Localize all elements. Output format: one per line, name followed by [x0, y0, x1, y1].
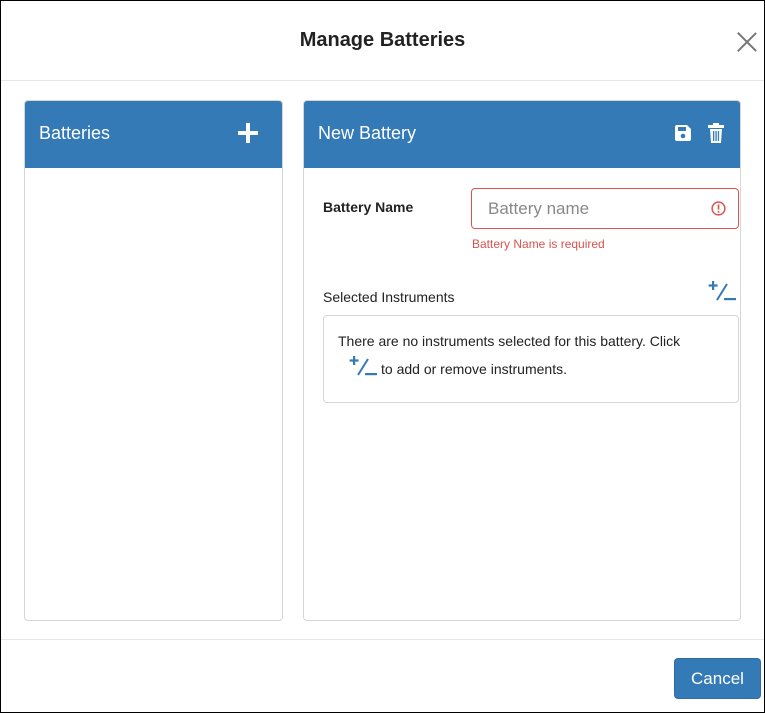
battery-editor-panel: New Battery Battery Name Battery name Ba… — [303, 100, 741, 621]
battery-name-label: Battery Name — [323, 199, 414, 215]
battery-name-error: Battery Name is required — [472, 237, 605, 251]
trash-icon[interactable] — [708, 123, 724, 143]
instruments-empty-message-continued: to add or remove instruments. — [381, 361, 567, 377]
selected-instruments-label: Selected Instruments — [323, 289, 455, 305]
dialog-footer-divider — [1, 639, 764, 640]
manage-batteries-dialog: Manage Batteries Batteries New Battery B… — [0, 0, 765, 713]
batteries-panel-header: Batteries — [25, 101, 282, 168]
close-icon[interactable] — [736, 31, 758, 53]
batteries-panel: Batteries — [24, 100, 283, 621]
battery-editor-header: New Battery — [304, 101, 740, 168]
cancel-button[interactable]: Cancel — [674, 658, 761, 699]
battery-name-input[interactable] — [486, 189, 700, 229]
error-icon — [711, 201, 726, 216]
plus-minus-icon[interactable] — [706, 279, 738, 305]
add-battery-icon[interactable] — [238, 123, 258, 143]
save-icon[interactable] — [674, 124, 692, 142]
batteries-panel-title: Batteries — [39, 123, 111, 143]
dialog-header: Manage Batteries — [1, 1, 764, 81]
battery-editor-title: New Battery — [318, 123, 417, 143]
dialog-title: Manage Batteries — [299, 29, 466, 51]
instruments-empty-message: There are no instruments selected for th… — [338, 333, 681, 349]
battery-name-field-wrapper — [471, 188, 739, 229]
plus-minus-icon[interactable] — [347, 354, 379, 380]
selected-instruments-box: There are no instruments selected for th… — [323, 315, 739, 403]
